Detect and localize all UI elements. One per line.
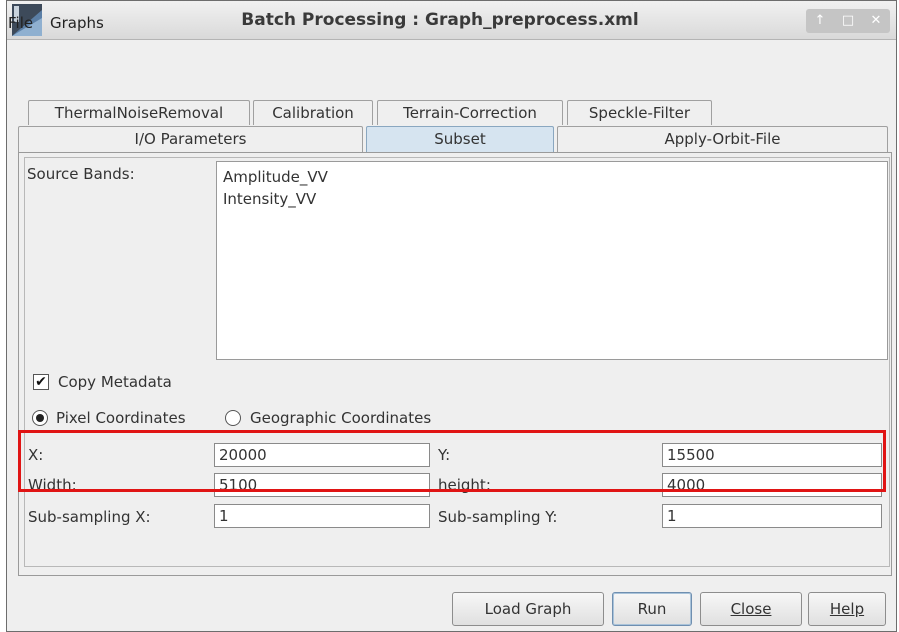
menu-file[interactable]: File — [8, 14, 33, 32]
tab-thermal-noise-removal[interactable]: ThermalNoiseRemoval — [28, 100, 250, 125]
tab-io-parameters[interactable]: I/O Parameters — [18, 126, 363, 152]
pixel-coordinates-label: Pixel Coordinates — [56, 409, 186, 427]
geographic-coordinates-label: Geographic Coordinates — [250, 409, 432, 427]
tab-subset[interactable]: Subset — [366, 126, 554, 153]
tab-terrain-correction[interactable]: Terrain-Correction — [377, 100, 563, 125]
close-button[interactable]: Close — [700, 592, 802, 626]
window-title: Batch Processing : Graph_preprocess.xml — [241, 10, 639, 30]
tab-calibration[interactable]: Calibration — [253, 100, 373, 125]
copy-metadata-checkbox[interactable]: ✔ — [33, 374, 49, 390]
sub-sampling-x-input[interactable] — [214, 504, 430, 528]
close-window-icon[interactable]: ✕ — [866, 9, 886, 33]
sub-sampling-x-label: Sub-sampling X: — [28, 508, 151, 526]
sub-sampling-y-label: Sub-sampling Y: — [438, 508, 558, 526]
run-button[interactable]: Run — [612, 592, 692, 626]
restore-icon[interactable]: □ — [838, 9, 858, 33]
source-bands-list[interactable]: Amplitude_VV Intensity_VV — [216, 161, 888, 360]
list-item[interactable]: Amplitude_VV — [223, 168, 328, 186]
tab-apply-orbit-file[interactable]: Apply-Orbit-File — [557, 126, 888, 152]
help-button-label: Help — [829, 600, 865, 618]
close-button-label: Close — [730, 600, 772, 618]
menu-graphs[interactable]: Graphs — [50, 14, 104, 32]
window-controls: ↑ □ ✕ — [806, 9, 890, 33]
load-graph-button[interactable]: Load Graph — [452, 592, 604, 626]
geographic-coordinates-radio[interactable] — [225, 410, 241, 426]
help-button[interactable]: Help — [808, 592, 886, 626]
tab-speckle-filter[interactable]: Speckle-Filter — [567, 100, 712, 125]
copy-metadata-label: Copy Metadata — [58, 373, 172, 391]
highlight-box — [18, 430, 886, 492]
pixel-coordinates-radio[interactable] — [32, 410, 48, 426]
maximize-up-icon[interactable]: ↑ — [810, 9, 830, 33]
sub-sampling-y-input[interactable] — [662, 504, 882, 528]
source-bands-label: Source Bands: — [27, 165, 135, 183]
menu-bar — [7, 41, 896, 81]
list-item[interactable]: Intensity_VV — [223, 190, 316, 208]
